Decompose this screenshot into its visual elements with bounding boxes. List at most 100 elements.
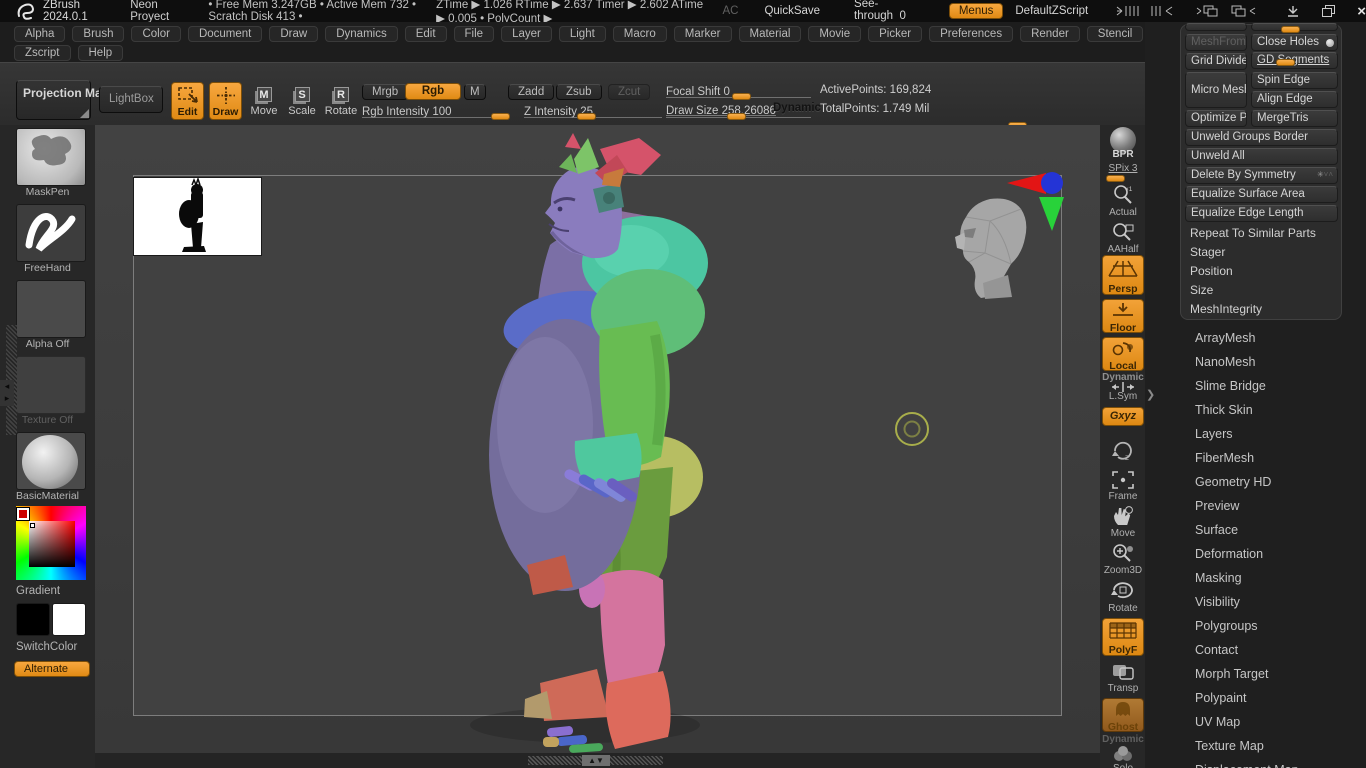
dynamic-mode-toggle[interactable]: Dynamic — [773, 102, 821, 114]
brush-thumbnail[interactable] — [16, 128, 86, 186]
subpalette-arraymesh[interactable]: ArrayMesh — [1195, 331, 1255, 345]
color-picker-sv-square[interactable] — [29, 521, 75, 567]
close-holes-button[interactable]: Close Holes — [1251, 34, 1338, 51]
unweld-all-button[interactable]: Unweld All — [1185, 148, 1338, 165]
meshfrombrush-button[interactable]: MeshFromBru — [1185, 34, 1247, 51]
size-item[interactable]: Size — [1190, 283, 1213, 297]
aahalf-icon[interactable] — [1111, 222, 1135, 244]
alpha-thumbnail[interactable] — [16, 280, 86, 338]
secondary-color-swatch[interactable] — [52, 603, 86, 636]
frame-icon[interactable] — [1111, 470, 1135, 490]
menu-edit[interactable]: Edit — [404, 26, 447, 42]
menu-dynamics[interactable]: Dynamics — [325, 26, 398, 42]
floor-button[interactable]: Floor — [1102, 299, 1144, 334]
subpalette-polygroups[interactable]: Polygroups — [1195, 619, 1258, 633]
z-intensity-handle[interactable] — [577, 113, 596, 120]
gxyz-button[interactable]: Gxyz — [1102, 407, 1144, 426]
rotate3d-icon[interactable] — [1111, 580, 1135, 600]
menu-color[interactable]: Color — [131, 26, 181, 42]
polyf-button[interactable]: PolyF — [1102, 618, 1144, 656]
bottom-divider[interactable]: ▲▼ — [528, 755, 663, 766]
minimize-icon[interactable] — [1286, 5, 1300, 17]
zcut-button[interactable]: Zcut — [608, 84, 651, 100]
menu-render[interactable]: Render — [1020, 26, 1080, 42]
tray-toggle-arrows[interactable]: ▲▼ — [582, 755, 610, 766]
repeat-to-similar-parts-item[interactable]: Repeat To Similar Parts — [1190, 226, 1316, 240]
zadd-button[interactable]: Zadd — [508, 84, 555, 100]
actual-icon[interactable]: ×1 — [1111, 183, 1135, 207]
dock-left-icon[interactable] — [1196, 4, 1222, 18]
subpalette-nanomesh[interactable]: NanoMesh — [1195, 355, 1255, 369]
m-button[interactable]: M — [464, 84, 486, 100]
menu-help[interactable]: Help — [77, 45, 124, 61]
clipped-top-handle[interactable] — [1281, 26, 1300, 33]
rotate-z-icon[interactable]: z — [1111, 440, 1135, 462]
draw-button[interactable]: Draw — [209, 82, 242, 120]
grid-divide-button[interactable]: Grid Divide — [1185, 53, 1247, 70]
shelf-scroll-handle[interactable]: ◂ ▸ — [0, 380, 14, 406]
equalize-surface-area-button[interactable]: Equalize Surface Area — [1185, 186, 1338, 203]
divider-grip-left-icon[interactable] — [1116, 5, 1142, 17]
menu-material[interactable]: Material — [738, 26, 802, 42]
menu-preferences[interactable]: Preferences — [929, 26, 1014, 42]
transp-icon[interactable] — [1111, 663, 1135, 681]
draw-size-handle[interactable] — [727, 113, 746, 120]
spix-slider[interactable]: SPix 3 — [1100, 163, 1146, 174]
canvas-viewport[interactable] — [95, 125, 1100, 753]
subpalette-geometry-hd[interactable]: Geometry HD — [1195, 475, 1271, 489]
divider-grip-right-icon[interactable] — [1148, 5, 1174, 17]
subpalette-slime-bridge[interactable]: Slime Bridge — [1195, 379, 1266, 393]
zscript-name[interactable]: DefaultZScript — [1015, 5, 1088, 17]
gd-segments-handle[interactable] — [1276, 59, 1295, 66]
menu-layer[interactable]: Layer — [501, 26, 552, 42]
delete-by-symmetry-button[interactable]: Delete By Symmetry ✳˅˄ — [1185, 167, 1338, 184]
merge-tris-button[interactable]: MergeTris — [1251, 110, 1338, 127]
material-thumbnail[interactable] — [16, 432, 86, 490]
scale-button[interactable]: S Scale — [285, 85, 319, 117]
menu-marker[interactable]: Marker — [673, 26, 732, 42]
subpalette-displacement-map[interactable]: Displacement Map — [1195, 763, 1299, 768]
menu-picker[interactable]: Picker — [868, 26, 923, 42]
see-through-slider[interactable]: See-through 0 — [852, 0, 923, 30]
zsub-button[interactable]: Zsub — [556, 84, 602, 100]
close-window-icon[interactable]: × — [1357, 3, 1366, 20]
menu-macro[interactable]: Macro — [612, 26, 667, 42]
rgb-button[interactable]: Rgb — [405, 83, 461, 100]
tray-divider-arrow[interactable]: ❯ — [1146, 388, 1155, 401]
subpalette-morph-target[interactable]: Morph Target — [1195, 667, 1268, 681]
menus-button[interactable]: Menus — [948, 3, 1004, 19]
mesh-integrity-item[interactable]: MeshIntegrity — [1190, 302, 1262, 316]
subpalette-deformation[interactable]: Deformation — [1195, 547, 1263, 561]
alternate-button[interactable]: Alternate — [14, 661, 90, 677]
optimize-points-button[interactable]: Optimize Poin — [1185, 110, 1247, 127]
menu-light[interactable]: Light — [558, 26, 606, 42]
close-holes-dot[interactable] — [1326, 39, 1334, 47]
clipped-top-button[interactable] — [1185, 23, 1247, 31]
menu-document[interactable]: Document — [187, 26, 263, 42]
spix-handle[interactable] — [1106, 175, 1125, 182]
subpalette-polypaint[interactable]: Polypaint — [1195, 691, 1246, 705]
menu-movie[interactable]: Movie — [808, 26, 862, 42]
unweld-groups-border-button[interactable]: Unweld Groups Border — [1185, 129, 1338, 146]
stager-item[interactable]: Stager — [1190, 245, 1225, 259]
subpalette-surface[interactable]: Surface — [1195, 523, 1238, 537]
subpalette-contact[interactable]: Contact — [1195, 643, 1238, 657]
lightbox-button[interactable]: LightBox — [99, 86, 163, 113]
subpalette-visibility[interactable]: Visibility — [1195, 595, 1240, 609]
align-edge-button[interactable]: Align Edge — [1251, 91, 1338, 108]
persp-button[interactable]: Persp — [1102, 255, 1144, 295]
rotate-button[interactable]: R Rotate — [322, 85, 360, 117]
rgb-intensity-slider[interactable]: Rgb Intensity 100 — [362, 102, 510, 120]
micro-mesh-button[interactable]: Micro Mesh — [1185, 72, 1247, 108]
edit-button[interactable]: Edit — [171, 82, 204, 120]
subpalette-layers[interactable]: Layers — [1195, 427, 1233, 441]
menu-stencil[interactable]: Stencil — [1086, 26, 1144, 42]
color-picker[interactable] — [16, 506, 86, 580]
texture-thumbnail[interactable] — [16, 356, 86, 414]
menu-zscript[interactable]: Zscript — [14, 45, 71, 61]
subpalette-thick-skin[interactable]: Thick Skin — [1195, 403, 1253, 417]
subpalette-texture-map[interactable]: Texture Map — [1195, 739, 1264, 753]
menu-brush[interactable]: Brush — [72, 26, 125, 42]
ghost-button[interactable]: Ghost — [1102, 698, 1144, 733]
dock-right-icon[interactable] — [1230, 4, 1256, 18]
